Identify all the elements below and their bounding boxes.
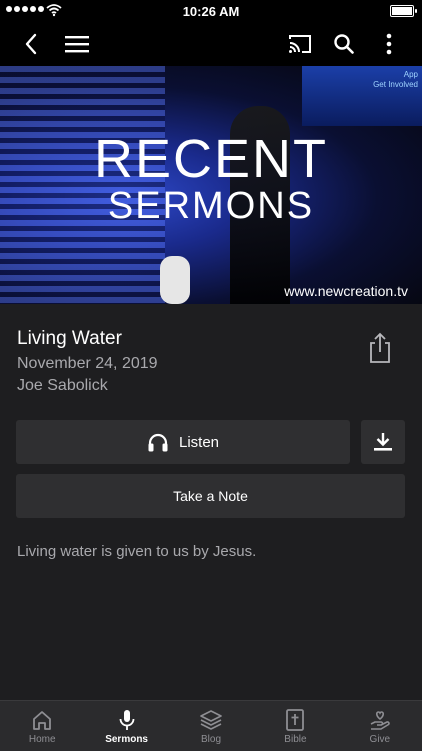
battery-icon xyxy=(390,5,417,17)
more-button[interactable] xyxy=(369,22,409,66)
download-icon xyxy=(374,433,392,451)
tab-home[interactable]: Home xyxy=(0,701,84,751)
banner-url: www.newcreation.tv xyxy=(284,283,408,299)
more-vertical-icon xyxy=(386,33,392,55)
search-icon xyxy=(334,34,354,54)
tab-label: Give xyxy=(369,734,391,745)
home-icon xyxy=(33,711,52,730)
tab-sermons[interactable]: Sermons xyxy=(84,701,168,751)
bible-icon xyxy=(286,709,305,731)
sermon-title: Living Water xyxy=(17,328,122,349)
chevron-left-icon xyxy=(25,33,37,55)
microphone-icon xyxy=(119,710,135,730)
hamburger-icon xyxy=(65,36,89,53)
guitar-shape xyxy=(160,256,190,304)
layers-icon xyxy=(200,710,222,730)
headphones-icon xyxy=(148,433,168,452)
share-button[interactable] xyxy=(366,332,394,364)
listen-label: Listen xyxy=(178,433,220,451)
screen-text: App xyxy=(403,70,418,79)
tab-give[interactable]: Give xyxy=(338,701,422,751)
background-screen: App Get Involved xyxy=(302,66,422,126)
tab-blog[interactable]: Blog xyxy=(169,701,253,751)
tab-label: Blog xyxy=(201,734,222,745)
sermon-description: Living water is given to us by Jesus. xyxy=(17,543,257,560)
sermon-banner-image: App Get Involved RECENT SERMONS www.newc… xyxy=(0,66,422,304)
cast-icon xyxy=(289,35,311,53)
take-note-button[interactable]: Take a Note xyxy=(16,474,405,518)
menu-button[interactable] xyxy=(57,22,97,66)
nav-bar xyxy=(0,22,422,66)
sermon-speaker: Joe Sabolick xyxy=(17,377,108,394)
banner-title-line1: RECENT xyxy=(93,129,328,189)
status-time: 10:26 AM xyxy=(182,4,240,19)
banner-title-line2: SERMONS xyxy=(107,185,315,227)
search-button[interactable] xyxy=(324,22,364,66)
tab-label: Bible xyxy=(284,734,307,745)
take-note-label: Take a Note xyxy=(173,488,248,504)
share-icon xyxy=(370,332,390,363)
give-hand-heart-icon xyxy=(370,711,390,730)
tab-bible[interactable]: Bible xyxy=(253,701,337,751)
screen-text: Get Involved xyxy=(373,80,418,89)
sermon-date: November 24, 2019 xyxy=(17,355,158,372)
tab-bar: Home Sermons Blog Bible Give xyxy=(0,700,422,751)
cast-button[interactable] xyxy=(280,22,320,66)
tab-label: Sermons xyxy=(105,734,148,745)
tab-label: Home xyxy=(28,734,56,745)
listen-button[interactable]: Listen xyxy=(16,420,350,464)
download-button[interactable] xyxy=(361,420,405,464)
status-bar: 10:26 AM xyxy=(0,0,422,22)
back-button[interactable] xyxy=(11,22,51,66)
